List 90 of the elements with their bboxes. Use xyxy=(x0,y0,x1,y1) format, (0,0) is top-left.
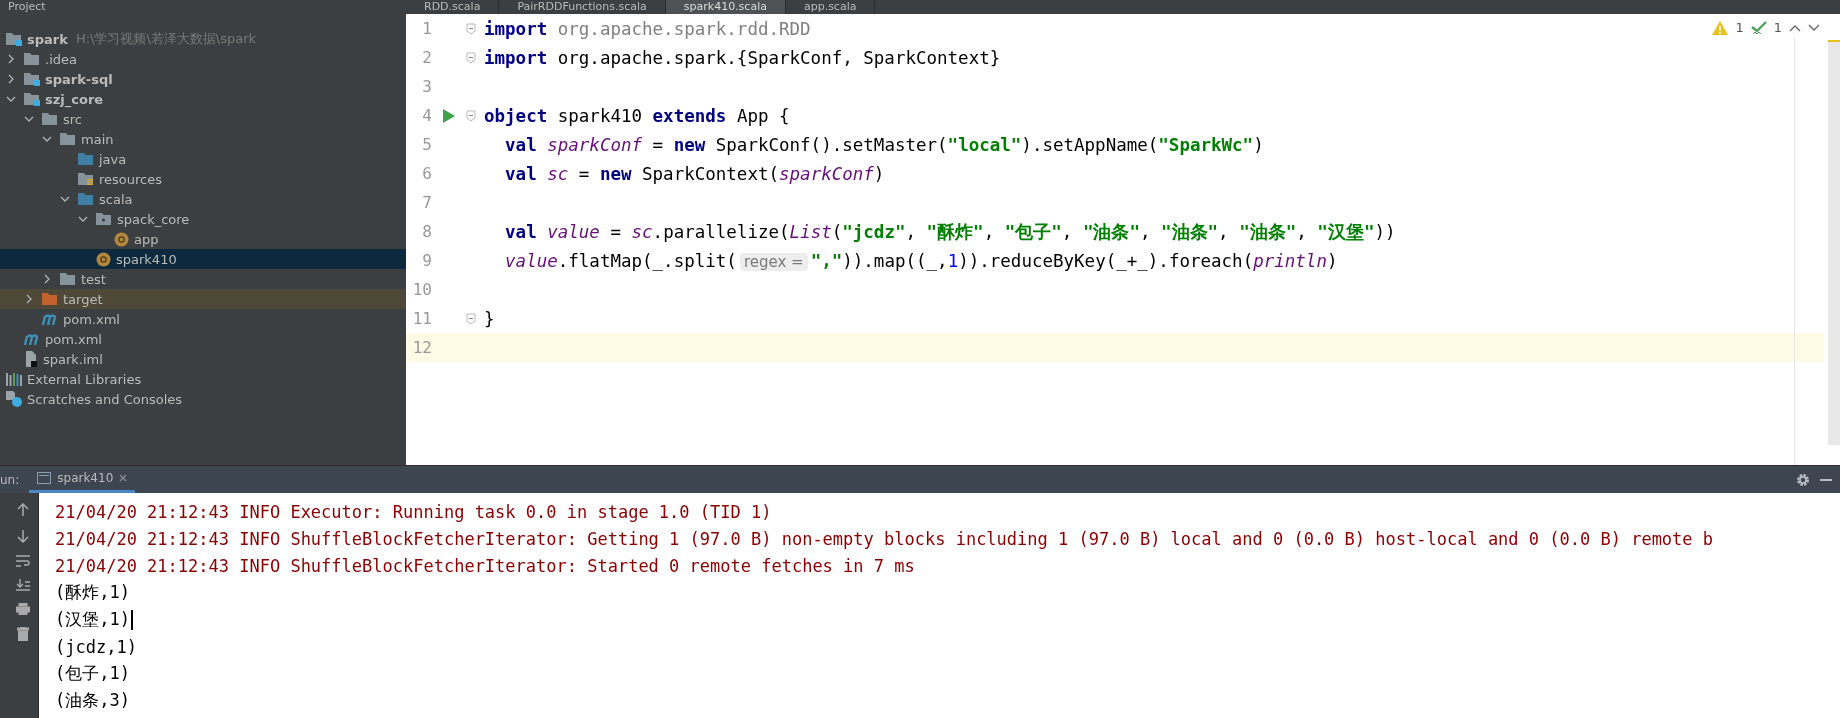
folder-icon xyxy=(60,272,76,286)
folder-icon xyxy=(42,112,58,126)
code-line: } xyxy=(484,308,495,329)
tree-item[interactable]: pom.xml xyxy=(0,329,406,349)
fold-icon[interactable] xyxy=(466,22,476,35)
file-icon xyxy=(24,351,38,367)
folder-icon xyxy=(78,152,94,166)
panel-title[interactable]: Project xyxy=(8,0,46,14)
scrollbar[interactable] xyxy=(1828,40,1840,445)
tree-item[interactable]: spark-sql xyxy=(0,69,406,89)
tree-item[interactable]: pom.xml xyxy=(0,309,406,329)
scratches-icon xyxy=(6,391,22,407)
tree-item[interactable]: spack_core xyxy=(0,209,406,229)
line-number: 12 xyxy=(411,338,432,357)
folder-icon xyxy=(42,292,58,306)
console-line: 21/04/20 21:12:43 INFO Executor: Running task 0.0 in stage 1.0 (TID 1) xyxy=(55,501,772,522)
code-line: val sc = new SparkContext(sparkConf) xyxy=(504,163,885,184)
folder-icon xyxy=(24,92,40,106)
object-icon xyxy=(96,251,111,267)
line-number: 7 xyxy=(421,193,432,212)
tree-item[interactable]: test xyxy=(0,269,406,289)
line-number: 9 xyxy=(421,251,432,270)
line-number: 6 xyxy=(421,164,432,183)
line-number: 11 xyxy=(411,309,432,328)
folder-icon xyxy=(78,172,94,186)
code-line: val sparkConf = new SparkConf().setMaster("local").setAppName("SparkWc") xyxy=(504,134,1264,155)
editor-tab[interactable]: spark410.scala xyxy=(665,0,786,14)
trash-icon[interactable] xyxy=(17,627,29,641)
line-number: 2 xyxy=(421,48,432,67)
line-number: 5 xyxy=(421,135,432,154)
fold-icon[interactable] xyxy=(466,109,476,122)
folder-icon xyxy=(96,212,112,226)
print-icon[interactable] xyxy=(16,603,30,615)
console-line: (油条,3) xyxy=(55,689,130,712)
object-icon xyxy=(114,231,129,247)
console-line: (酥炸,1) xyxy=(55,581,130,604)
tree-item[interactable]: spark410 xyxy=(0,249,406,269)
folder-icon xyxy=(78,192,94,206)
tree-item[interactable]: resources xyxy=(0,169,406,189)
libraries-icon xyxy=(6,372,22,386)
line-number: 10 xyxy=(411,280,432,299)
close-icon[interactable] xyxy=(119,474,128,482)
folder-icon xyxy=(24,52,40,66)
code-line: import org.apache.spark.{SparkConf, SparkContext} xyxy=(484,47,1001,68)
chevron-down-icon[interactable] xyxy=(1808,23,1820,32)
fold-icon[interactable] xyxy=(466,312,476,325)
line-number: 3 xyxy=(421,77,432,96)
console-line: (jcdz,1) xyxy=(55,636,137,657)
arrow-up-icon[interactable] xyxy=(17,503,29,517)
tree-item[interactable]: scala xyxy=(0,189,406,209)
tree-item[interactable]: app xyxy=(0,229,406,249)
maven-file-icon xyxy=(42,313,58,325)
tree-item[interactable]: .idea xyxy=(0,49,406,69)
console-icon xyxy=(37,472,52,484)
code-line: object spark410 extends App { xyxy=(484,105,790,126)
line-number: 8 xyxy=(421,222,432,241)
line-number: 4 xyxy=(421,106,432,125)
tree-item[interactable]: java xyxy=(0,149,406,169)
console-line: (汉堡,1) xyxy=(55,608,130,631)
maven-file-icon xyxy=(24,333,40,345)
tree-item[interactable]: main xyxy=(0,129,406,149)
line-number: 1 xyxy=(421,19,432,38)
folder-icon xyxy=(60,132,76,146)
arrow-down-icon[interactable] xyxy=(17,529,29,543)
scroll-to-end-icon[interactable] xyxy=(16,579,30,591)
console-line: 21/04/20 21:12:43 INFO ShuffleBlockFetcherIterator: Getting 1 (97.0 B) non-empty blocks including 1 (97.0 B) local and 0 (0.0 B) host-local and 0 (0.0 B) remote b xyxy=(55,528,1714,549)
code-line: value.flatMap(_.split( regex = ",")).map((_,1)).reduceByKey(_+_).foreach(println) xyxy=(504,250,1338,271)
tree-item[interactable]: src xyxy=(0,109,406,129)
tree-item[interactable]: szj_core xyxy=(0,89,406,109)
console-line: (包子,1) xyxy=(55,662,130,685)
minimize-icon[interactable] xyxy=(1820,478,1832,481)
code-line: import org.apache.spark.rdd.RDD xyxy=(484,18,811,39)
soft-wrap-icon[interactable] xyxy=(16,555,30,567)
chevron-up-icon[interactable] xyxy=(1789,23,1801,32)
tree-item[interactable]: Scratches and Consoles xyxy=(0,389,406,409)
console-line: 21/04/20 21:12:43 INFO ShuffleBlockFetcherIterator: Started 0 remote fetches in 7 ms xyxy=(55,555,915,576)
code-line: val value = sc.parallelize(List("jcdz", "酥炸", "包子", "油条", "油条", "油条", "汉堡")) xyxy=(504,220,1396,244)
fold-icon[interactable] xyxy=(466,51,476,64)
run-label: un: xyxy=(0,472,20,487)
folder-icon xyxy=(24,72,40,86)
typo-check-icon[interactable] xyxy=(1750,20,1767,35)
settings-icon[interactable] xyxy=(1796,472,1810,487)
tree-item[interactable]: spark.iml xyxy=(0,349,406,369)
tree-item[interactable]: target xyxy=(0,289,406,309)
folder-icon xyxy=(6,32,22,46)
typo-count: 1 xyxy=(1773,20,1782,35)
run-icon[interactable] xyxy=(443,108,455,123)
warning-count: 1 xyxy=(1735,20,1744,35)
run-tab[interactable]: spark410 xyxy=(29,466,136,493)
tree-item[interactable]: External Libraries xyxy=(0,369,406,389)
